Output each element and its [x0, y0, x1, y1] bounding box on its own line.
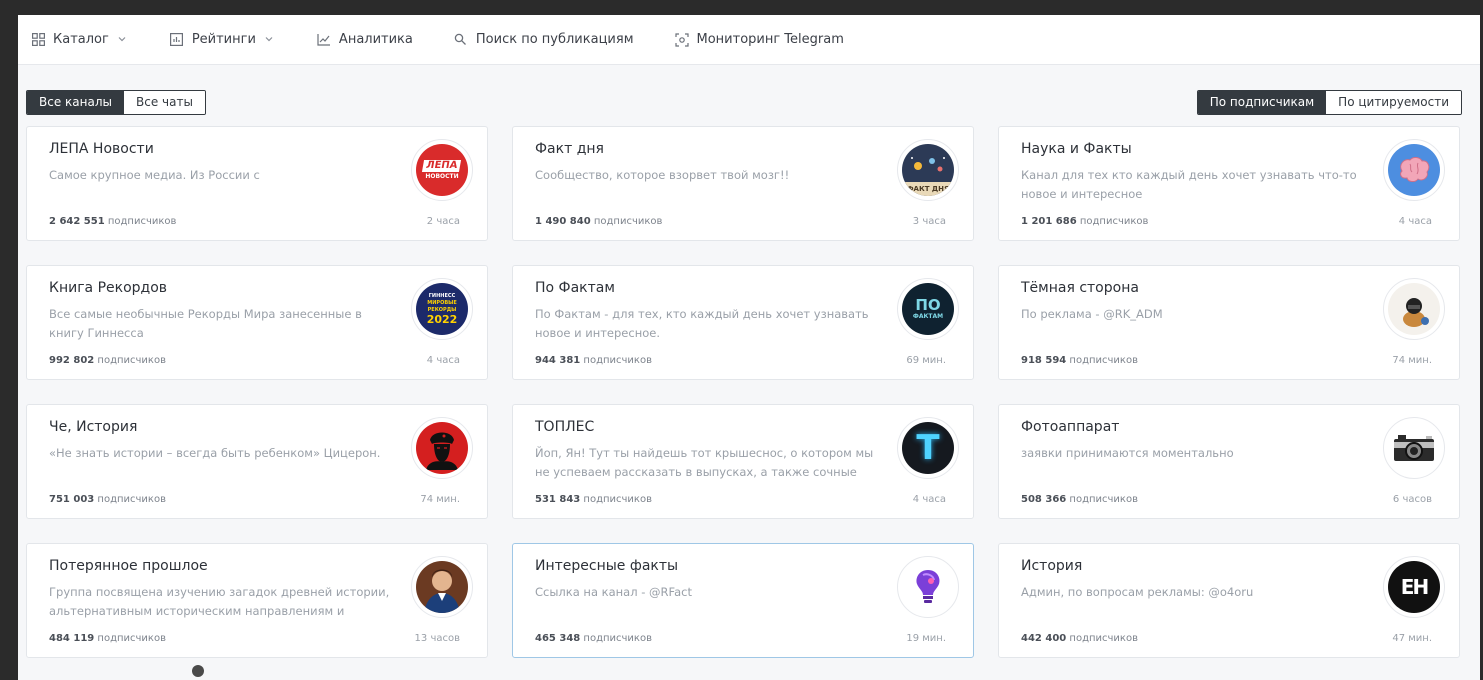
last-post-time: 74 мин. [1392, 355, 1432, 366]
chevron-down-icon [264, 34, 276, 46]
channel-description: Все самые необычные Рекорды Мира занесен… [49, 307, 362, 340]
chevron-down-icon [117, 34, 129, 46]
channel-title: Че, История [49, 419, 138, 435]
nav-ratings-label: Рейтинги [191, 32, 256, 47]
fakt-dnya-logo-icon: ФАКТ ДНЯ [897, 139, 959, 201]
channel-description: заявки принимаются моментально [1021, 446, 1234, 460]
sort-toggle: По подписчикам По цитируемости [1196, 90, 1462, 115]
search-icon [453, 32, 469, 48]
channel-title: Фотоаппарат [1021, 419, 1120, 435]
subscriber-count: 918 594 подписчиков [1021, 355, 1138, 366]
channel-title: Книга Рекордов [49, 280, 168, 296]
channel-card[interactable]: Потерянное прошлое Группа посвящена изуч… [26, 543, 488, 658]
guinness-logo-icon: ГИННЕСС МИРОВЫЕ РЕКОРДЫ 2022 [411, 278, 473, 340]
channel-description: «Не знать истории – всегда быть ребенком… [49, 446, 381, 460]
channel-title: ЛЕПА Новости [49, 141, 154, 157]
app-window: Каталог Рейтинги Аналитика Поиск по публ… [18, 15, 1480, 680]
channel-title: ТОПЛЕС [535, 419, 595, 435]
nav-search-label: Поиск по публикациям [475, 32, 634, 47]
last-post-time: 2 часа [426, 216, 460, 227]
last-post-time: 4 часа [912, 494, 946, 505]
subscriber-count: 442 400 подписчиков [1021, 633, 1138, 644]
channel-type-toggle: Все каналы Все чаты [26, 90, 206, 115]
po-faktam-logo-icon: ПО ФАКТАМ [897, 278, 959, 340]
toples-logo-icon: T [897, 417, 959, 479]
subscriber-count: 465 348 подписчиков [535, 633, 652, 644]
channel-description: Группа посвящена изучению загадок древне… [49, 585, 390, 618]
channel-title: История [1021, 558, 1083, 574]
nav-catalog[interactable]: Каталог [30, 32, 129, 48]
nav-analytics[interactable]: Аналитика [316, 32, 413, 48]
subscriber-count: 484 119 подписчиков [49, 633, 166, 644]
subscriber-count: 992 802 подписчиков [49, 355, 166, 366]
last-post-time: 74 мин. [420, 494, 460, 505]
channel-card[interactable]: История Админ, по вопросам рекламы: @o4o… [998, 543, 1460, 658]
sort-by-subscribers[interactable]: По подписчикам [1197, 91, 1327, 114]
channel-title: Факт дня [535, 141, 604, 157]
channel-card[interactable]: Интересные факты Ссылка на канал - @RFac… [512, 543, 974, 658]
brain-logo-icon [1383, 139, 1445, 201]
nav-search-publications[interactable]: Поиск по публикациям [453, 32, 634, 48]
ratings-icon [169, 32, 185, 48]
subscriber-count: 531 843 подписчиков [535, 494, 652, 505]
subscriber-count: 944 381 подписчиков [535, 355, 652, 366]
channel-card[interactable]: ТОПЛЕС Йоп, Ян! Тут ты найдешь тот крыше… [512, 404, 974, 519]
che-logo-icon [411, 417, 473, 479]
channel-card[interactable]: Фотоаппарат заявки принимаются моменталь… [998, 404, 1460, 519]
bulb-logo-icon [897, 556, 959, 618]
subscriber-count: 1 490 840 подписчиков [535, 216, 663, 227]
channel-description: Сообщество, которое взорвет твой мозг!! [535, 168, 790, 182]
channel-description: Канал для тех кто каждый день хочет узна… [1021, 168, 1357, 201]
subscriber-count: 751 003 подписчиков [49, 494, 166, 505]
channel-card[interactable]: Наука и Факты Канал для тех кто каждый д… [998, 126, 1460, 241]
channel-description: По реклама - @RK_ADM [1021, 307, 1163, 321]
channel-card[interactable]: ЛЕПА Новости Самое крупное медиа. Из Рос… [26, 126, 488, 241]
sort-by-citation[interactable]: По цитируемости [1326, 91, 1461, 114]
channel-card[interactable]: Тёмная сторона По реклама - @RK_ADM 918 … [998, 265, 1460, 380]
camera-logo-icon [1383, 417, 1445, 479]
last-post-time: 47 мин. [1392, 633, 1432, 644]
channel-title: По Фактам [535, 280, 615, 296]
grid-icon [30, 32, 46, 48]
history-logo-icon: ЕН [1383, 556, 1445, 618]
filter-all-chats[interactable]: Все чаты [123, 91, 205, 114]
chart-line-icon [316, 32, 332, 48]
last-post-time: 4 часа [1398, 216, 1432, 227]
channel-description: Самое крупное медиа. Из России с [49, 168, 260, 182]
top-navigation: Каталог Рейтинги Аналитика Поиск по публ… [18, 15, 1480, 65]
channel-card[interactable]: Книга Рекордов Все самые необычные Рекор… [26, 265, 488, 380]
nav-monitoring-label: Мониторинг Telegram [696, 32, 844, 47]
channel-description: По Фактам - для тех, кто каждый день хоч… [535, 307, 869, 340]
subscriber-count: 1 201 686 подписчиков [1021, 216, 1149, 227]
channel-card[interactable]: Факт дня Сообщество, которое взорвет тво… [512, 126, 974, 241]
channel-title: Потерянное прошлое [49, 558, 208, 574]
channel-title: Интересные факты [535, 558, 679, 574]
portrait-logo-icon [411, 556, 473, 618]
monitor-icon [674, 32, 690, 48]
nav-analytics-label: Аналитика [338, 32, 413, 47]
subscriber-count: 508 366 подписчиков [1021, 494, 1138, 505]
last-post-time: 6 часов [1392, 494, 1432, 505]
lepa-logo-icon: ЛЕПА НОВОСТИ [411, 139, 473, 201]
channel-card[interactable]: По Фактам По Фактам - для тех, кто кажды… [512, 265, 974, 380]
dark-side-logo-icon [1383, 278, 1445, 340]
channel-title: Тёмная сторона [1021, 280, 1139, 296]
cursor-shadow [192, 665, 204, 677]
filter-all-channels[interactable]: Все каналы [27, 91, 124, 114]
last-post-time: 69 мин. [906, 355, 946, 366]
channel-description: Йоп, Ян! Тут ты найдешь тот крышеснос, о… [535, 446, 874, 479]
channel-card[interactable]: Че, История «Не знать истории – всегда б… [26, 404, 488, 519]
channel-title: Наука и Факты [1021, 141, 1132, 157]
last-post-time: 3 часа [912, 216, 946, 227]
channel-description: Ссылка на канал - @RFact [535, 585, 692, 599]
last-post-time: 4 часа [426, 355, 460, 366]
nav-ratings[interactable]: Рейтинги [169, 32, 276, 48]
nav-catalog-label: Каталог [53, 32, 109, 47]
subscriber-count: 2 642 551 подписчиков [49, 216, 177, 227]
nav-monitoring[interactable]: Мониторинг Telegram [674, 32, 844, 48]
last-post-time: 19 мин. [906, 633, 946, 644]
last-post-time: 13 часов [414, 633, 460, 644]
channel-description: Админ, по вопросам рекламы: @o4oru [1021, 585, 1254, 599]
